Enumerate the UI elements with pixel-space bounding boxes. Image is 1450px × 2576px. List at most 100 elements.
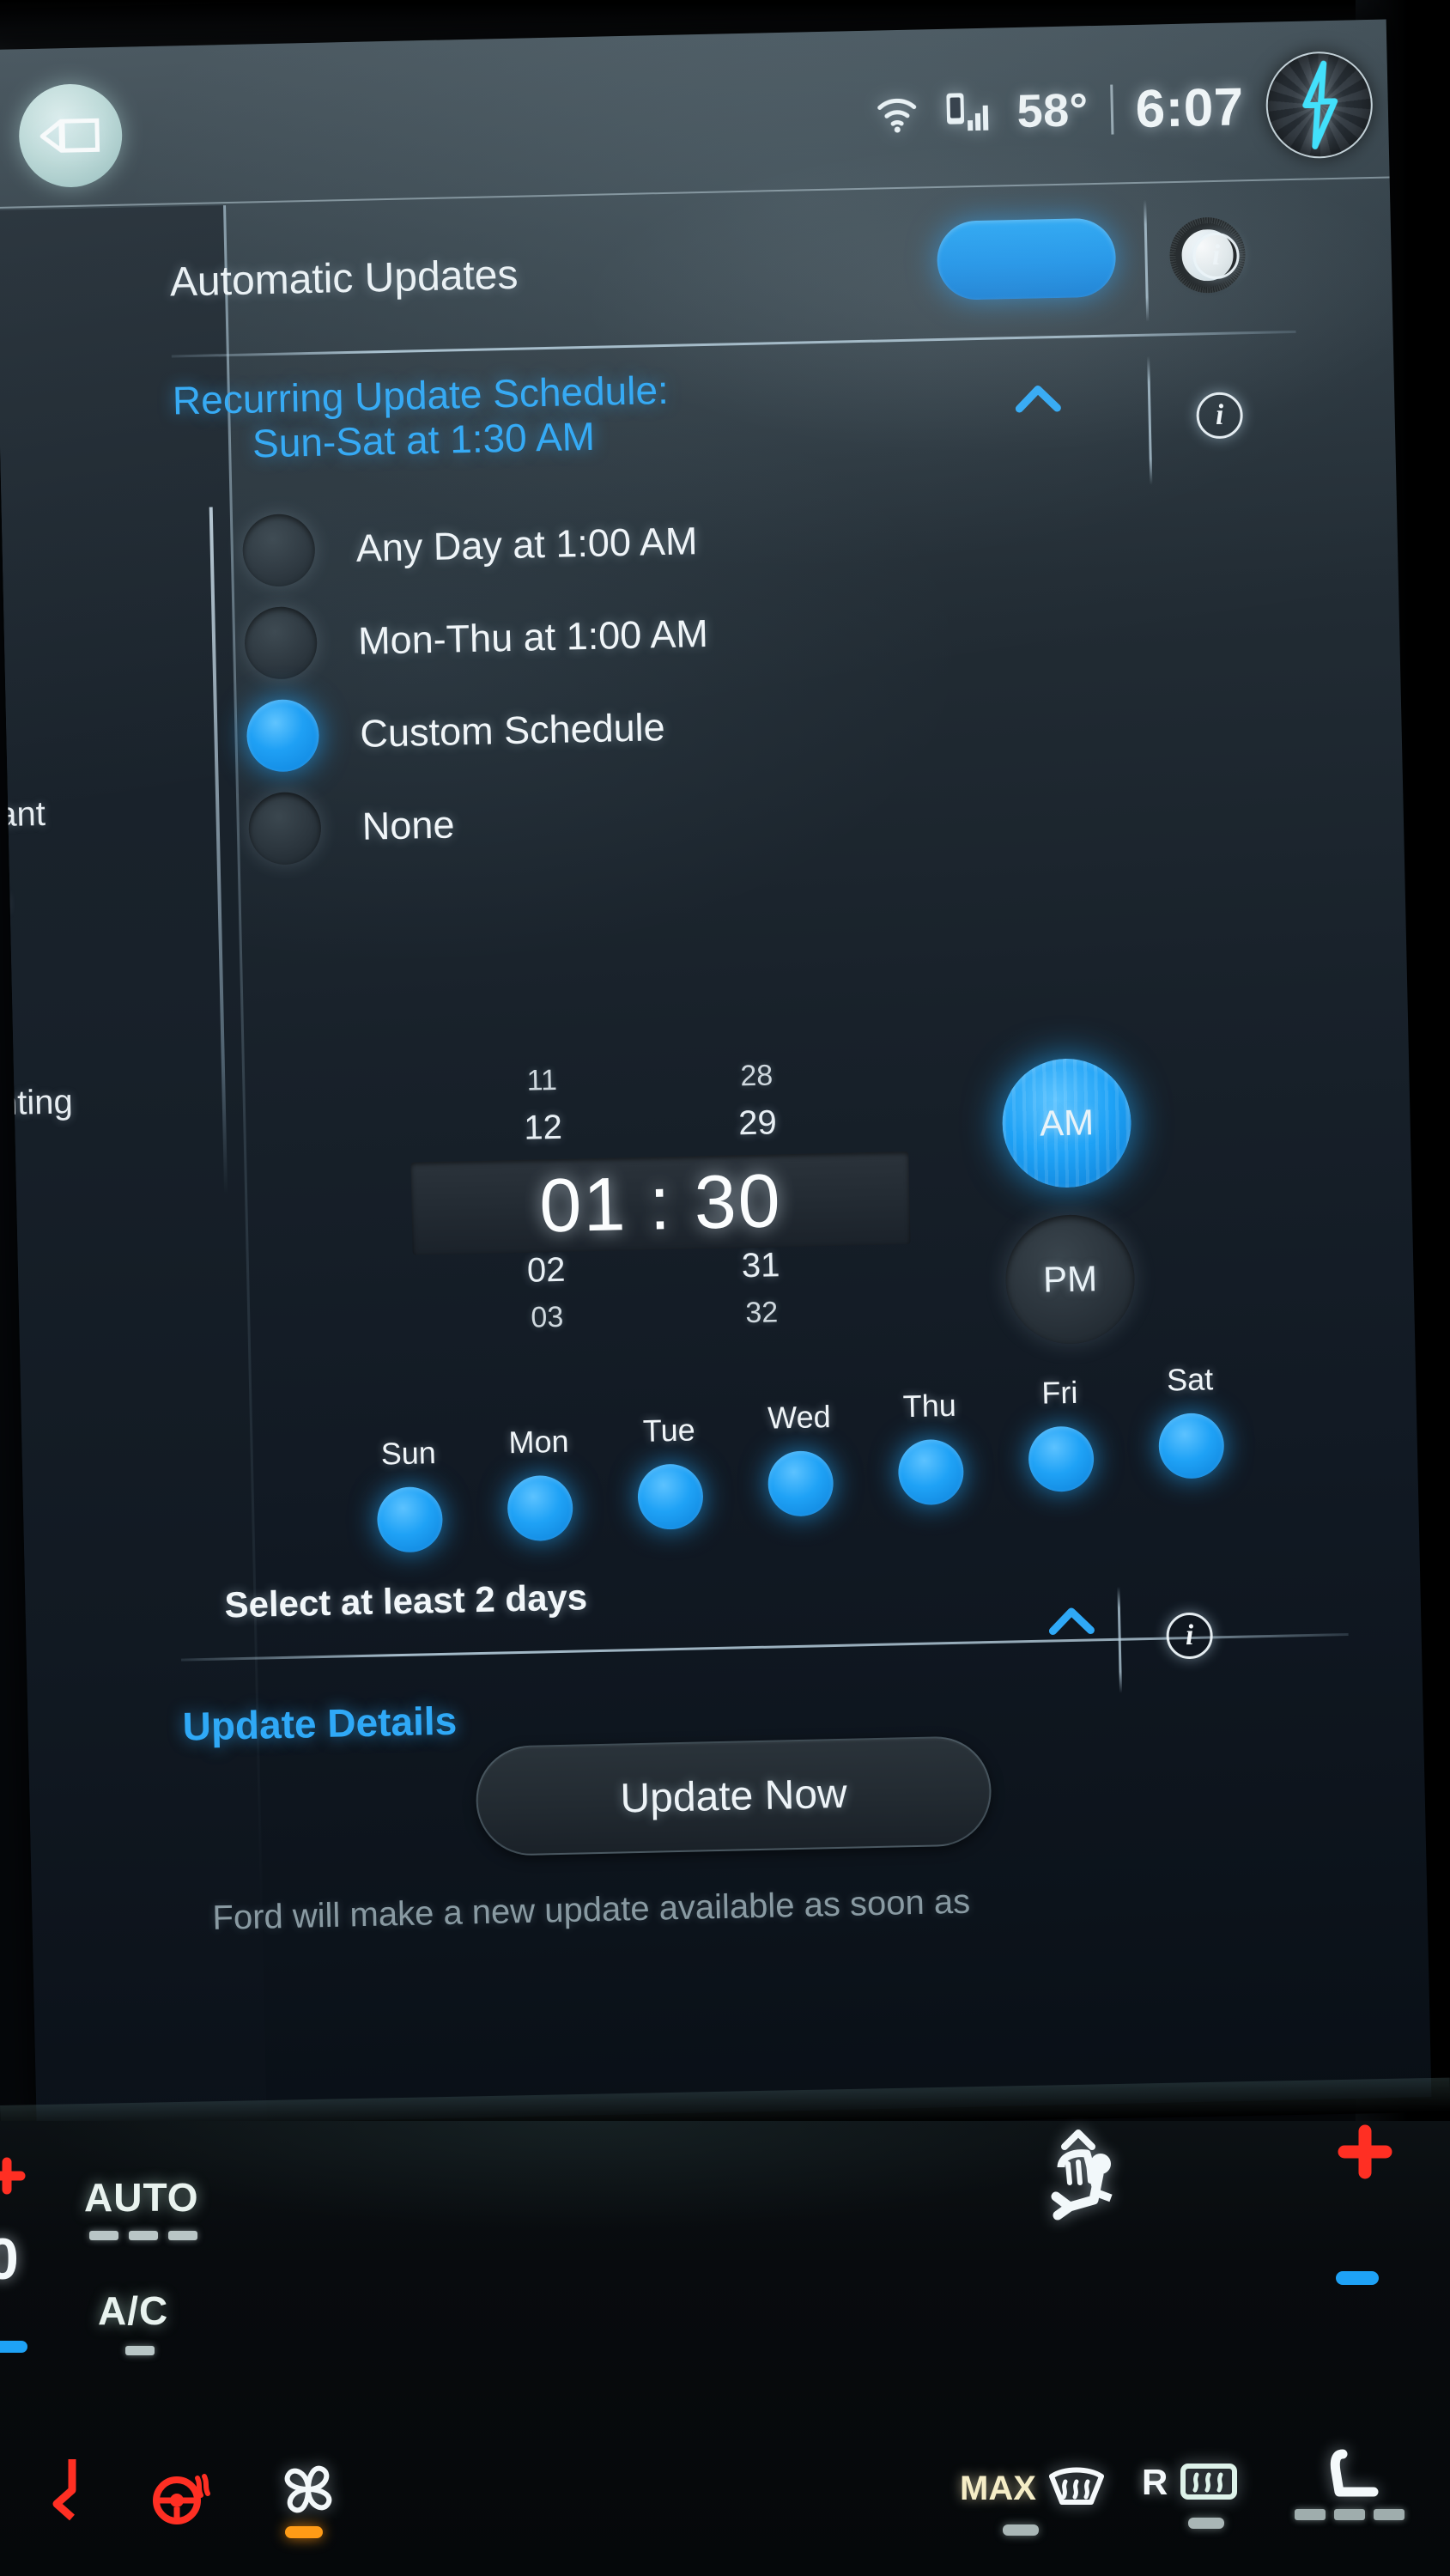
max-defrost-indicator — [1003, 2524, 1039, 2536]
airflow-mode-button[interactable] — [1020, 2111, 1166, 2261]
day-label: Tue — [642, 1412, 696, 1449]
day-dot-selected[interactable] — [897, 1438, 965, 1506]
day-chip-thu[interactable]: Thu — [869, 1387, 992, 1506]
update-details-info-icon[interactable]: i — [1166, 1612, 1214, 1660]
update-footnote: Ford will make a new update available as… — [212, 1882, 971, 1937]
chevron-up-icon[interactable] — [1014, 382, 1063, 414]
status-bar: 58° 6:07 — [0, 19, 1390, 209]
automatic-updates-label: Automatic Updates — [169, 252, 519, 306]
heated-seat-level-dashes — [1295, 2509, 1404, 2520]
minus-icon — [1336, 2271, 1379, 2285]
hour-option-above-2[interactable]: 11 — [460, 1056, 624, 1104]
recurring-schedule-header[interactable]: Recurring Update Schedule: Sun-Sat at 1:… — [172, 354, 1315, 467]
pm-button[interactable]: PM — [1004, 1213, 1137, 1346]
day-dot-selected[interactable] — [1157, 1413, 1225, 1479]
auto-status-dashes — [89, 2231, 197, 2240]
ac-status-dash — [125, 2346, 155, 2355]
driver-temp-up-button[interactable] — [0, 2157, 48, 2195]
minute-option-above-2[interactable]: 28 — [675, 1052, 839, 1100]
day-chip-sun[interactable]: Sun — [348, 1434, 470, 1553]
day-label: Sun — [380, 1435, 437, 1472]
status-indicators: 58° 6:07 — [873, 49, 1374, 170]
radio-dot-selected[interactable] — [246, 698, 320, 773]
schedule-group-bar — [209, 507, 228, 1194]
schedule-option-mon-thu[interactable]: Mon-Thu at 1:00 AM — [244, 598, 708, 680]
day-chip-tue[interactable]: Tue — [609, 1412, 731, 1531]
max-defrost-label: MAX — [960, 2469, 1036, 2507]
rear-defrost-label: R — [1142, 2462, 1168, 2502]
sidebar-item-11[interactable]: one Lighting — [0, 1083, 73, 1126]
driver-temp-down-button[interactable] — [0, 2336, 50, 2362]
heated-steering-wheel-icon-button[interactable] — [148, 2470, 216, 2530]
auto-button[interactable]: AUTO — [84, 2174, 199, 2221]
day-dot-selected[interactable] — [767, 1450, 834, 1517]
hour-option-below-2[interactable]: 03 — [465, 1293, 629, 1341]
automatic-updates-row: Automatic Updates — [169, 202, 1313, 338]
sidebar-item-7[interactable]: d Assistant — [0, 795, 46, 838]
schedule-option-label: Custom Schedule — [359, 705, 666, 756]
selected-time-display: 01 : 30 — [410, 1151, 910, 1255]
day-selector[interactable]: Sun Mon Tue Wed Thu Fri Sat — [347, 1361, 1346, 1560]
automatic-updates-toggle[interactable] — [936, 217, 1241, 301]
wifi-icon — [874, 93, 919, 135]
rear-defrost-icon — [1180, 2464, 1238, 2500]
day-chip-mon[interactable]: Mon — [478, 1423, 601, 1542]
radio-dot[interactable] — [241, 513, 316, 587]
day-label: Wed — [767, 1399, 832, 1436]
radio-dot[interactable] — [247, 791, 322, 866]
update-details-title[interactable]: Update Details — [182, 1698, 458, 1750]
video-camera-icon — [39, 118, 100, 153]
minus-icon — [0, 2341, 27, 2353]
schedule-option-custom[interactable]: Custom Schedule — [246, 691, 666, 773]
charge-button[interactable] — [1265, 50, 1374, 160]
meridiem-selector[interactable]: AM PM — [1000, 1057, 1137, 1346]
passenger-temp-down-button[interactable] — [1329, 2265, 1398, 2295]
hour-option-above-1[interactable]: 12 — [461, 1101, 625, 1154]
schedule-options-group: Any Day at 1:00 AM Mon-Thu at 1:00 AM Cu… — [241, 498, 1015, 866]
minute-option-below-2[interactable]: 32 — [680, 1289, 844, 1337]
update-now-button[interactable]: Update Now — [475, 1735, 992, 1857]
day-dot-selected[interactable] — [637, 1463, 704, 1530]
day-dot-selected[interactable] — [507, 1474, 574, 1542]
update-details-chevron-up-icon[interactable] — [1047, 1604, 1096, 1640]
schedule-option-label: None — [361, 802, 455, 848]
fan-button[interactable] — [276, 2458, 340, 2525]
rear-defrost-button[interactable]: R — [1142, 2458, 1240, 2507]
day-label: Fri — [1040, 1374, 1078, 1411]
day-dot-selected[interactable] — [1028, 1425, 1095, 1493]
time-separator: : — [648, 1160, 673, 1246]
day-label: Thu — [902, 1387, 957, 1425]
heated-steering-wheel-button[interactable] — [50, 2456, 110, 2529]
recurring-schedule-title: Recurring Update Schedule: Sun-Sat at 1:… — [172, 354, 1315, 467]
am-button[interactable]: AM — [1000, 1057, 1133, 1189]
day-dot-selected[interactable] — [376, 1485, 444, 1553]
clock: 6:07 — [1134, 76, 1245, 139]
day-chip-fri[interactable]: Fri — [999, 1374, 1122, 1493]
schedule-option-none[interactable]: None — [247, 788, 455, 866]
sidebar-item-8[interactable]: art Hitch — [0, 882, 9, 924]
schedule-option-any-day[interactable]: Any Day at 1:00 AM — [241, 505, 698, 587]
phone-signal-icon — [941, 88, 995, 138]
schedule-option-label: Any Day at 1:00 AM — [355, 519, 698, 570]
max-defrost-button[interactable]: MAX — [960, 2464, 1107, 2512]
radio-dot[interactable] — [244, 605, 319, 680]
touchscreen: 58° 6:07 st nce e al ectivity ware ates — [0, 19, 1432, 2128]
heated-seat-button[interactable] — [1320, 2449, 1389, 2518]
software-updates-panel: Automatic Updates i Recurring Update Sch… — [149, 181, 1431, 2123]
outside-temperature: 58° — [1016, 84, 1089, 137]
passenger-temp-up-button[interactable] — [1331, 2119, 1399, 2192]
plus-icon — [1338, 2124, 1392, 2179]
ac-button[interactable]: A/C — [98, 2287, 168, 2334]
day-chip-wed[interactable]: Wed — [739, 1398, 862, 1517]
heated-seat-icon — [1330, 2449, 1379, 2497]
time-picker[interactable]: 11 12 02 03 28 29 31 32 01 : 30 AM PM — [409, 1042, 1326, 1370]
status-divider — [1110, 84, 1114, 135]
day-chip-sat[interactable]: Sat — [1130, 1360, 1253, 1479]
driver-temp-value: 0 — [0, 2227, 19, 2292]
front-defrost-icon — [1048, 2467, 1104, 2505]
minute-option-above-1[interactable]: 29 — [676, 1097, 840, 1150]
plus-icon — [0, 2157, 26, 2195]
rear-defrost-indicator — [1188, 2518, 1224, 2529]
camera-button[interactable] — [17, 82, 124, 189]
selected-minute: 30 — [693, 1157, 783, 1245]
